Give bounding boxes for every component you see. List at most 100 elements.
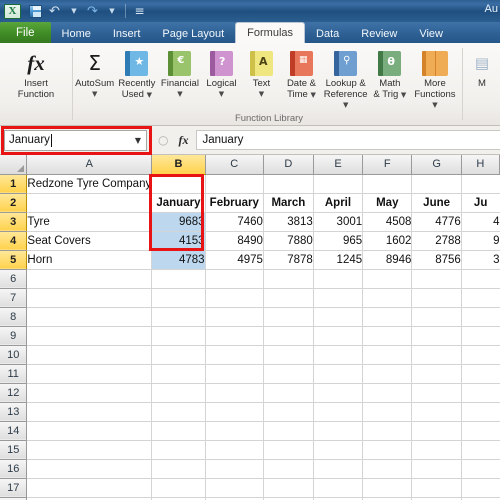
cell-a5[interactable]: Horn [26, 250, 153, 270]
cell-f6[interactable] [362, 269, 413, 289]
insert-function-icon[interactable]: fx [178, 133, 188, 148]
cell-b7[interactable] [151, 288, 206, 308]
column-header-e[interactable]: E [313, 155, 364, 175]
row-header-12[interactable]: 12 [0, 383, 28, 403]
cell-e11[interactable] [313, 364, 364, 384]
row-header-11[interactable]: 11 [0, 364, 28, 384]
row-header-7[interactable]: 7 [0, 288, 28, 308]
cell-c17[interactable] [205, 478, 264, 498]
cell-h3[interactable]: 4 [461, 212, 500, 232]
cell-e12[interactable] [313, 383, 364, 403]
cell-b15[interactable] [151, 440, 206, 460]
row-header-8[interactable]: 8 [0, 307, 28, 327]
cell-e14[interactable] [313, 421, 364, 441]
cell-h14[interactable] [461, 421, 500, 441]
row-header-6[interactable]: 6 [0, 269, 28, 289]
cell-e10[interactable] [313, 345, 364, 365]
cell-b6[interactable] [151, 269, 206, 289]
formula-input[interactable]: January [196, 130, 500, 150]
cell-b9[interactable] [151, 326, 206, 346]
row-header-4[interactable]: 4 [0, 231, 28, 251]
cell-c3[interactable]: 7460 [205, 212, 264, 232]
cell-h4[interactable]: 9 [461, 231, 500, 251]
redo-dropdown-button[interactable]: ▼ [102, 2, 121, 20]
tab-data[interactable]: Data [305, 24, 350, 43]
row-header-5[interactable]: 5 [0, 250, 28, 270]
cell-h2[interactable]: Ju [461, 193, 500, 213]
insert-function-button[interactable]: fx Insert Function [15, 46, 57, 100]
undo-button[interactable]: ↷ [45, 2, 64, 20]
autosum-button[interactable]: Σ AutoSum ▼ [74, 46, 115, 98]
cell-d8[interactable] [263, 307, 314, 327]
cell-c15[interactable] [205, 440, 264, 460]
cell-d15[interactable] [263, 440, 314, 460]
cell-g9[interactable] [411, 326, 462, 346]
cell-b3[interactable]: 9683 [151, 212, 206, 232]
column-header-d[interactable]: D [263, 155, 314, 175]
cell-e4[interactable]: 965 [313, 231, 364, 251]
cell-g14[interactable] [411, 421, 462, 441]
row-header-9[interactable]: 9 [0, 326, 28, 346]
cell-e6[interactable] [313, 269, 364, 289]
cell-b2[interactable]: January [151, 193, 206, 213]
cell-c14[interactable] [205, 421, 264, 441]
cell-g15[interactable] [411, 440, 462, 460]
cell-a10[interactable] [26, 345, 153, 365]
cell-f2[interactable]: May [362, 193, 413, 213]
cell-h11[interactable] [461, 364, 500, 384]
row-header-14[interactable]: 14 [0, 421, 28, 441]
cell-f10[interactable] [362, 345, 413, 365]
cell-a14[interactable] [26, 421, 153, 441]
cell-f11[interactable] [362, 364, 413, 384]
cell-d6[interactable] [263, 269, 314, 289]
name-box-dropdown-icon[interactable]: ▼ [130, 130, 146, 150]
cell-g2[interactable]: June [411, 193, 462, 213]
cell-b16[interactable] [151, 459, 206, 479]
cell-a15[interactable] [26, 440, 153, 460]
cell-g13[interactable] [411, 402, 462, 422]
more-functions-button[interactable]: More Functions ▼ [410, 46, 460, 111]
cell-e7[interactable] [313, 288, 364, 308]
column-header-a[interactable]: A [26, 155, 153, 175]
cell-g10[interactable] [411, 345, 462, 365]
cell-e3[interactable]: 3001 [313, 212, 364, 232]
cell-e1[interactable] [313, 174, 364, 194]
cell-f12[interactable] [362, 383, 413, 403]
cell-h9[interactable] [461, 326, 500, 346]
cell-b4[interactable]: 4153 [151, 231, 206, 251]
cell-d13[interactable] [263, 402, 314, 422]
cell-e13[interactable] [313, 402, 364, 422]
cell-f7[interactable] [362, 288, 413, 308]
row-header-2[interactable]: 2 [0, 193, 28, 213]
cell-g11[interactable] [411, 364, 462, 384]
cell-e5[interactable]: 1245 [313, 250, 364, 270]
cell-c4[interactable]: 8490 [205, 231, 264, 251]
name-box[interactable]: January ▼ [4, 129, 147, 151]
cell-f3[interactable]: 4508 [362, 212, 413, 232]
cell-c8[interactable] [205, 307, 264, 327]
cell-h12[interactable] [461, 383, 500, 403]
cell-e8[interactable] [313, 307, 364, 327]
cell-a3[interactable]: Tyre [26, 212, 153, 232]
cell-b17[interactable] [151, 478, 206, 498]
recently-used-button[interactable]: ★ Recently Used ▼ [115, 46, 158, 100]
tab-insert[interactable]: Insert [102, 24, 152, 43]
tab-home[interactable]: Home [51, 24, 102, 43]
cell-e15[interactable] [313, 440, 364, 460]
cell-c5[interactable]: 4975 [205, 250, 264, 270]
cell-c7[interactable] [205, 288, 264, 308]
logical-button[interactable]: ? Logical ▼ [201, 46, 241, 98]
cell-h7[interactable] [461, 288, 500, 308]
cell-h6[interactable] [461, 269, 500, 289]
cell-h15[interactable] [461, 440, 500, 460]
cell-b12[interactable] [151, 383, 206, 403]
cell-d11[interactable] [263, 364, 314, 384]
column-header-h[interactable]: H [461, 155, 500, 175]
text-button[interactable]: A Text ▼ [241, 46, 281, 98]
cell-g8[interactable] [411, 307, 462, 327]
cell-d12[interactable] [263, 383, 314, 403]
column-header-g[interactable]: G [411, 155, 462, 175]
column-header-b[interactable]: B [151, 155, 206, 175]
cell-d3[interactable]: 3813 [263, 212, 314, 232]
cell-d16[interactable] [263, 459, 314, 479]
